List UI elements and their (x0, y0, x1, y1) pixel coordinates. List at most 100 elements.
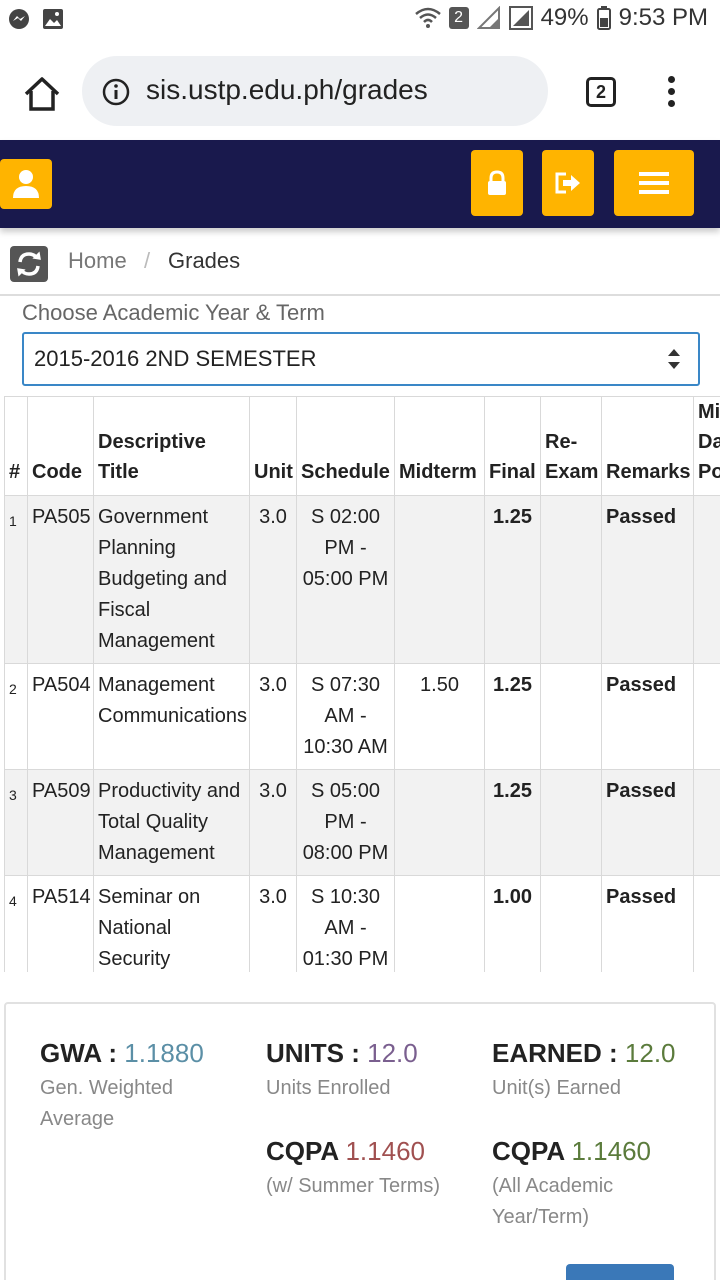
profile-button[interactable] (0, 159, 52, 209)
term-select[interactable]: 2015-2016 2ND SEMESTER (22, 332, 700, 386)
cell-partial (693, 875, 720, 972)
info-icon[interactable] (102, 78, 130, 106)
battery-icon (596, 6, 611, 30)
cell-code: PA514 (27, 875, 94, 972)
table-row: 3 PA509 Productivity and Total Quality M… (4, 769, 720, 876)
cell-title: Productivity and Total Quality Managemen… (93, 769, 250, 876)
cell-unit: 3.0 (249, 875, 297, 972)
cell-remarks: Passed (601, 495, 694, 664)
col-header-reexam: Re-Exam (540, 396, 602, 496)
status-bar: 2 49% 9:53 PM (0, 0, 720, 40)
action-button[interactable] (566, 1264, 674, 1280)
cell-final: 1.25 (484, 495, 541, 664)
cell-final: 1.25 (484, 663, 541, 770)
cqpa-all-block: CQPA 1.1460 (All Academic Year/Term) (492, 1136, 662, 1233)
breadcrumb: Home / Grades (0, 232, 720, 296)
gwa-value: 1.1880 (124, 1038, 204, 1068)
logout-button[interactable] (542, 150, 594, 216)
grades-table: # Code Descriptive Title Unit Schedule M… (4, 396, 720, 972)
cqpa-all-label: CQPA (492, 1136, 565, 1166)
gwa-block: GWA : 1.1880 Gen. Weighted Average (40, 1038, 240, 1135)
cell-schedule: S 07:30 AM - 10:30 AM (296, 663, 395, 770)
table-row: 1 PA505 Government Planning Budgeting an… (4, 495, 720, 664)
cell-midterm (394, 769, 485, 876)
menu-button[interactable] (614, 150, 694, 216)
cqpa-summer-label: CQPA (266, 1136, 339, 1166)
url-text[interactable]: sis.ustp.edu.ph/grades (146, 74, 428, 106)
clock: 9:53 PM (618, 4, 708, 31)
wifi-badge: 2 (448, 7, 469, 29)
refresh-button[interactable] (10, 246, 48, 282)
signal-icon (476, 6, 500, 29)
breadcrumb-current: Grades (168, 248, 241, 273)
cell-final: 1.25 (484, 769, 541, 876)
hamburger-icon (639, 167, 669, 199)
units-label: UNITS : (266, 1038, 360, 1068)
earned-value: 12.0 (624, 1038, 676, 1068)
cell-num: 1 (4, 495, 28, 664)
cell-partial (693, 495, 720, 664)
col-header-unit: Unit (249, 396, 297, 496)
gwa-title: GWA : 1.1880 (40, 1038, 240, 1069)
cell-remarks: Passed (601, 875, 694, 972)
col-header-final: Final (484, 396, 541, 496)
earned-label: EARNED : (492, 1038, 618, 1068)
col-header-midterm: Midterm (394, 396, 485, 496)
cell-reexam (540, 769, 602, 876)
cell-partial (693, 769, 720, 876)
gallery-icon (43, 9, 63, 29)
breadcrumb-separator: / (144, 248, 151, 273)
grade-summary-panel: GWA : 1.1880 Gen. Weighted Average UNITS… (4, 1002, 716, 1280)
cell-code: PA509 (27, 769, 94, 876)
cell-reexam (540, 495, 602, 664)
cell-unit: 3.0 (249, 663, 297, 770)
cell-midterm: 1.50 (394, 663, 485, 770)
battery-percent: 49% (540, 4, 589, 31)
cell-partial (693, 663, 720, 770)
units-value: 12.0 (367, 1038, 418, 1068)
cell-midterm (394, 875, 485, 972)
cell-title: Government Planning Budgeting and Fiscal… (93, 495, 250, 664)
signal-2-icon (508, 6, 533, 30)
tab-switcher-button[interactable]: 2 (586, 77, 616, 107)
term-label: Choose Academic Year & Term (22, 300, 325, 325)
cell-schedule: S 02:00 PM - 05:00 PM (296, 495, 395, 664)
cell-title: Seminar on National Security (93, 875, 250, 972)
cqpa-summer-subtitle: (w/ Summer Terms) (266, 1175, 441, 1197)
cell-num: 2 (4, 663, 28, 770)
browser-toolbar: sis.ustp.edu.ph/grades 2 (0, 40, 720, 140)
gwa-subtitle: Gen. Weighted Average (40, 1077, 174, 1130)
table-row: 4 PA514 Seminar on National Security 3.0… (4, 875, 720, 972)
cqpa-all-subtitle: (All Academic Year/Term) (492, 1175, 614, 1228)
cell-reexam (540, 875, 602, 972)
home-icon[interactable] (22, 74, 62, 114)
address-bar[interactable]: sis.ustp.edu.ph/grades (82, 56, 548, 126)
cell-final: 1.00 (484, 875, 541, 972)
table-row: 2 PA504 Management Communications 3.0 S … (4, 663, 720, 770)
cell-num: 3 (4, 769, 28, 876)
units-title: UNITS : 12.0 (266, 1038, 476, 1069)
grades-table-container[interactable]: # Code Descriptive Title Unit Schedule M… (4, 396, 720, 972)
gwa-label: GWA : (40, 1038, 118, 1068)
cell-unit: 3.0 (249, 769, 297, 876)
messenger-icon (9, 9, 29, 29)
term-selected-value: 2015-2016 2ND SEMESTER (34, 346, 317, 371)
lock-button[interactable] (471, 150, 523, 216)
cell-remarks: Passed (601, 663, 694, 770)
select-arrows-icon (668, 349, 680, 369)
cell-code: PA505 (27, 495, 94, 664)
col-header-code: Code (27, 396, 94, 496)
earned-title: EARNED : 12.0 (492, 1038, 702, 1069)
browser-menu-icon[interactable] (664, 76, 678, 110)
cell-remarks: Passed (601, 769, 694, 876)
col-header-schedule: Schedule (296, 396, 395, 496)
wifi-icon (414, 7, 441, 28)
col-header-title: Descriptive Title (93, 396, 250, 496)
table-header-row: # Code Descriptive Title Unit Schedule M… (4, 396, 720, 496)
cell-midterm (394, 495, 485, 664)
earned-block: EARNED : 12.0 Unit(s) Earned (492, 1038, 702, 1104)
cell-title: Management Communications (93, 663, 250, 770)
cell-schedule: S 05:00 PM - 08:00 PM (296, 769, 395, 876)
breadcrumb-home-link[interactable]: Home (68, 248, 127, 274)
refresh-icon (17, 251, 41, 277)
